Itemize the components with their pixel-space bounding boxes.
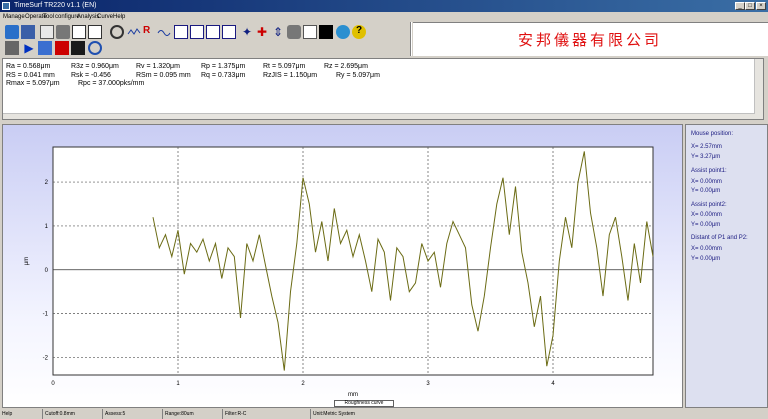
params-vertical-scrollbar[interactable] xyxy=(754,59,763,119)
window-title: TimeSurf TR220 v1.1 (EN) xyxy=(14,2,97,9)
legend-label: Roughness curve xyxy=(344,400,384,406)
x-tick-label: 4 xyxy=(551,381,555,387)
report-icon[interactable] xyxy=(88,25,102,39)
assist-point-icon[interactable]: ✚ xyxy=(255,25,269,39)
param-rz: Rz = 2.695μm xyxy=(324,63,368,70)
param-rsm: RSm = 0.095 mm xyxy=(136,72,191,79)
assist-point1-title: Assist point1: xyxy=(691,168,727,174)
params-horizontal-scrollbar[interactable] xyxy=(3,113,755,119)
x-tick-label: 0 xyxy=(51,381,55,387)
status-bar: Help Cutoff:0.8mm Assess:5 Range:80um Fi… xyxy=(0,409,768,419)
distance-x: X= 0.00mm xyxy=(691,246,722,252)
assist-point1-x: X= 0.00mm xyxy=(691,179,722,185)
zoom-icon[interactable] xyxy=(110,25,124,39)
parameters-panel: Ra = 0.568μm R3z = 0.960μm Rv = 1.320μm … xyxy=(2,58,764,120)
x-axis-label: mm xyxy=(348,392,358,398)
copy-icon[interactable] xyxy=(40,25,54,39)
chart-area: 0 1 2 3 4 -2 -1 0 1 2 mm μm xyxy=(2,124,683,408)
save-icon[interactable] xyxy=(21,25,35,39)
y-tick-label: 0 xyxy=(45,268,49,274)
info-panel: Mouse position: X= 2.57mm Y= 3.27μm Assi… xyxy=(685,124,768,408)
assist-point2-x: X= 0.00mm xyxy=(691,212,722,218)
minimize-button[interactable]: _ xyxy=(735,2,745,10)
param-rsk: Rsk = -0.456 xyxy=(71,72,111,79)
param-r3z: R3z = 0.960μm xyxy=(71,63,119,70)
company-name: 安邦儀器有限公司 xyxy=(518,31,663,49)
tool-icon[interactable] xyxy=(287,25,301,39)
legend: Roughness curve xyxy=(334,400,394,407)
title-bar: TimeSurf TR220 v1.1 (EN) _ □ × xyxy=(0,0,768,12)
transfer-icon[interactable] xyxy=(38,41,52,55)
record-icon[interactable] xyxy=(55,41,69,55)
cursor-icon[interactable]: ✦ xyxy=(240,25,254,39)
mouse-position-x: X= 2.57mm xyxy=(691,144,722,150)
mouse-position-title: Mouse position: xyxy=(691,131,734,137)
param-rmax: Rmax = 5.097μm xyxy=(6,80,60,87)
graph-view-3-icon[interactable] xyxy=(206,25,220,39)
status-help: Help xyxy=(2,411,13,417)
maximize-button[interactable]: □ xyxy=(745,2,755,10)
menu-tool[interactable]: Tool xyxy=(43,12,54,23)
param-rq: Rq = 0.733μm xyxy=(201,72,246,79)
wave-icon[interactable] xyxy=(157,25,171,39)
distance-y: Y= 0.00μm xyxy=(691,256,721,262)
x-tick-label: 3 xyxy=(426,381,430,387)
menu-curve[interactable]: Curve xyxy=(97,12,113,23)
param-rzjis: RzJIS = 1.150μm xyxy=(263,72,318,79)
distance-title: Distant of P1 and P2: xyxy=(691,235,748,241)
status-filter: Filter:R-C xyxy=(222,409,310,419)
measure-icon[interactable]: ⇕ xyxy=(271,25,285,39)
y-tick-label: 2 xyxy=(45,180,49,186)
menu-configure[interactable]: configure xyxy=(55,12,80,23)
print-icon[interactable] xyxy=(56,25,70,39)
start-icon[interactable]: ▶ xyxy=(22,41,36,55)
param-rv: Rv = 1.320μm xyxy=(136,63,180,70)
assist-point2-title: Assist point2: xyxy=(691,202,727,208)
status-assess: Assess:5 xyxy=(102,409,162,419)
status-unit: Unit:Metric System xyxy=(310,409,768,419)
toolbar-divider xyxy=(410,22,412,56)
x-tick-label: 1 xyxy=(176,381,180,387)
assist-point1-y: Y= 0.00μm xyxy=(691,188,721,194)
info-icon[interactable] xyxy=(88,41,102,55)
roughness-chart[interactable]: 0 1 2 3 4 -2 -1 0 1 2 mm μm xyxy=(3,125,682,407)
status-range: Range:80um xyxy=(162,409,222,419)
about-icon[interactable] xyxy=(336,25,350,39)
menu-manage[interactable]: Manage xyxy=(3,12,25,23)
open-icon[interactable] xyxy=(5,25,19,39)
param-rp: Rp = 1.375μm xyxy=(201,63,246,70)
close-button[interactable]: × xyxy=(756,2,766,10)
param-rs: RS = 0.041 mm xyxy=(6,72,55,79)
graph-view-1-icon[interactable] xyxy=(174,25,188,39)
plot-frame xyxy=(52,146,654,376)
histogram-icon[interactable] xyxy=(303,25,317,39)
y-tick-label: -2 xyxy=(43,355,49,361)
assist-point2-y: Y= 0.00μm xyxy=(691,222,721,228)
y-axis-label: μm xyxy=(24,257,30,265)
param-rt: Rt = 5.097μm xyxy=(263,63,306,70)
mouse-position-y: Y= 3.27μm xyxy=(691,154,721,160)
black-icon[interactable] xyxy=(319,25,333,39)
list-icon[interactable] xyxy=(71,41,85,55)
menu-analysis[interactable]: Analysis xyxy=(77,12,99,23)
curve-icon[interactable] xyxy=(127,25,141,39)
status-cutoff: Cutoff:0.8mm xyxy=(42,409,102,419)
y-tick-label: -1 xyxy=(43,312,49,318)
device-icon[interactable] xyxy=(5,41,19,55)
toolbar: R ✦ ✚ ⇕ ? ▶ xyxy=(0,23,410,56)
company-banner: 安邦儀器有限公司 xyxy=(413,22,768,56)
roughness-icon[interactable]: R xyxy=(143,25,157,39)
graph-view-2-icon[interactable] xyxy=(190,25,204,39)
help-icon[interactable]: ? xyxy=(352,25,366,39)
param-ry: Ry = 5.097μm xyxy=(336,72,380,79)
param-rpc: Rpc = 37.000pks/mm xyxy=(78,80,145,87)
app-icon xyxy=(2,2,10,10)
y-tick-label: 1 xyxy=(45,224,49,230)
graph-view-4-icon[interactable] xyxy=(222,25,236,39)
param-ra: Ra = 0.568μm xyxy=(6,63,51,70)
x-tick-label: 2 xyxy=(301,381,305,387)
document-icon[interactable] xyxy=(72,25,86,39)
menu-help[interactable]: Help xyxy=(113,12,125,23)
